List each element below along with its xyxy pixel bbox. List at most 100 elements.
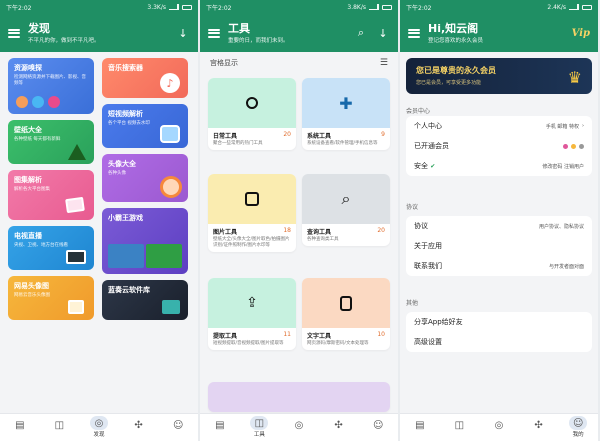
nav-tools[interactable]: ◫ <box>46 418 72 438</box>
header: 下午2:02 3.8K/s 工具 重要的日，而我们未到。 ⌕ ↓ <box>200 0 398 52</box>
tree-icon <box>68 144 86 160</box>
bottom-nav: ▤ ◫ ◎ ✣ ☺ 我的 <box>400 413 598 441</box>
menu-icon[interactable] <box>208 28 220 38</box>
nav-me[interactable]: ☺ 我的 <box>565 416 591 438</box>
nav-plugins[interactable]: ✣ <box>126 418 152 438</box>
page-title: 发现 <box>28 22 50 35</box>
menu-icon[interactable] <box>408 28 420 38</box>
download-icon[interactable]: ↓ <box>376 26 390 40</box>
file-icon <box>340 295 352 311</box>
document-icon: ▤ <box>15 419 25 431</box>
tool-extract[interactable]: ⇪ 提取工具 11 短视频提取/音视频提取/图片提取等 <box>208 278 296 350</box>
music-note-icon: ♪ <box>160 73 180 93</box>
search-icon[interactable]: ⌕ <box>354 26 368 40</box>
box-icon <box>162 300 180 314</box>
nav-me[interactable]: ☺ <box>165 418 191 438</box>
nav-tools[interactable]: ◫ 工具 <box>246 416 272 438</box>
nav-tools[interactable]: ◫ <box>446 418 472 438</box>
nav-docs[interactable]: ▤ <box>207 418 233 438</box>
signal-icon <box>569 4 579 10</box>
tool-more[interactable] <box>208 382 390 412</box>
nav-docs[interactable]: ▤ <box>7 418 33 438</box>
row-about-app[interactable]: 关于应用 <box>406 236 592 256</box>
shield-check-icon: ✔ <box>430 163 436 170</box>
card-tv-live[interactable]: 电视直播 央视、卫视、地方台在线看 <box>8 226 94 270</box>
game-screen-icon <box>108 244 144 268</box>
card-avatar[interactable]: 头像大全 各种头像 <box>102 154 188 202</box>
menu-icon[interactable] <box>8 28 20 38</box>
tool-system[interactable]: ✚ 系统工具 9 系统设备查看/软件管理/手机信息等 <box>302 78 390 150</box>
download-icon[interactable]: ↓ <box>176 26 190 40</box>
video-icon <box>32 96 44 108</box>
robot-icon: ◫ <box>54 419 65 431</box>
member-center-group: 个人中心 手机 邮箱 特权 › 已开通会员 安全 ✔ 修改密码 注销用户 <box>406 116 592 176</box>
header: 下午2:02 3.3K/s 发现 不平凡的你，做到不平凡吧。 ↓ <box>0 0 198 52</box>
bottom-nav: ▤ ◫ 工具 ◎ ✣ ☺ <box>200 413 398 441</box>
section-label: 协议 <box>406 204 419 211</box>
row-personal-center[interactable]: 个人中心 手机 邮箱 特权 › <box>406 116 592 136</box>
tv-icon <box>66 250 86 264</box>
planet-icon: ◎ <box>294 419 304 431</box>
page-subtitle: 登记您喜欢的永久会员 <box>428 38 484 44</box>
user-icon: ☺ <box>569 416 588 430</box>
card-lanzou-library[interactable]: 蓝奏云软件库 <box>102 280 188 320</box>
page-subtitle: 不平凡的你，做到不平凡吧。 <box>28 38 100 44</box>
card-music-search[interactable]: 音乐搜索器 ♪ <box>102 58 188 98</box>
nav-discover[interactable]: ◎ <box>486 418 512 438</box>
tool-text[interactable]: 文字工具 10 网页源码/摩斯密码/文本处理等 <box>302 278 390 350</box>
tool-daily[interactable]: 日常工具 20 聚合一些常用的热门工具 <box>208 78 296 150</box>
page-title: 工具 <box>228 22 250 35</box>
header: 下午2:02 2.4K/s Hi,知云阁 登记您喜欢的永久会员 Vip <box>400 0 598 52</box>
nav-discover[interactable]: ◎ 发现 <box>86 416 112 438</box>
other-group: 分享App给好友 高级设置 <box>406 312 592 352</box>
battery-icon <box>382 4 392 10</box>
row-share-app[interactable]: 分享App给好友 <box>406 312 592 332</box>
member-badges <box>563 143 584 149</box>
document-icon: ▤ <box>415 419 425 431</box>
row-active-membership[interactable]: 已开通会员 <box>406 136 592 156</box>
tool-query[interactable]: ⌕ 查询工具 20 各种查询类工具 <box>302 174 390 246</box>
page-title: Hi,知云阁 <box>428 22 479 35</box>
nav-plugins[interactable]: ✣ <box>326 418 352 438</box>
section-label: 其他 <box>406 300 419 307</box>
user-icon: ☺ <box>372 419 384 431</box>
nav-me[interactable]: ☺ <box>365 418 391 438</box>
card-short-video-parse[interactable]: 短视频解析 各个平台 视频去水印 <box>102 104 188 148</box>
puzzle-icon: ✣ <box>534 419 543 431</box>
status-bar: 下午2:02 2.4K/s <box>400 0 598 14</box>
picture-icon <box>68 300 84 314</box>
document-icon: ▤ <box>215 419 225 431</box>
list-view-icon[interactable]: ☰ <box>380 58 388 68</box>
page-subtitle: 重要的日，而我们未到。 <box>228 38 289 44</box>
search-icon: ⌕ <box>341 189 351 208</box>
card-wallpaper[interactable]: 壁纸大全 各种壁纸 每天都有新鲜 <box>8 120 94 164</box>
tool-image[interactable]: 图片工具 18 壁纸大全/头像大全/图片取色/拍摄图片识别/证件照制作/图片水印等 <box>208 174 296 252</box>
sun-icon <box>246 97 258 109</box>
nav-discover[interactable]: ◎ <box>286 418 312 438</box>
phone-profile: 下午2:02 2.4K/s Hi,知云阁 登记您喜欢的永久会员 Vip 您已是尊… <box>400 0 598 441</box>
nav-docs[interactable]: ▤ <box>407 418 433 438</box>
profile-content: 您已是尊贵的永久会员 您已是会员，可享受更多功能 ♛ 会员中心 个人中心 手机 邮… <box>400 52 598 413</box>
nav-plugins[interactable]: ✣ <box>526 418 552 438</box>
signal-icon <box>369 4 379 10</box>
row-advanced-settings[interactable]: 高级设置 <box>406 332 592 352</box>
card-resource-sniff[interactable]: 资源嗅探 检测网络资源并下载图片、影视、音频等 <box>8 58 94 114</box>
card-nes-games[interactable]: 小霸王游戏 <box>102 208 188 274</box>
row-contact-us[interactable]: 联系我们 与开发者面对面 <box>406 256 592 276</box>
tools-content: 宫格显示 ☰ 日常工具 20 聚合一些常用的热门工具 ✚ 系统工具 9 系统设备查看… <box>200 52 398 413</box>
vip-banner[interactable]: 您已是尊贵的永久会员 您已是会员，可享受更多功能 ♛ <box>406 58 592 94</box>
photo-icon <box>65 196 85 214</box>
image-icon <box>16 96 28 108</box>
card-gallery-parse[interactable]: 图集解析 解析各大平台图集 <box>8 170 94 220</box>
vip-icon[interactable]: Vip <box>572 28 590 39</box>
phone-tools: 下午2:02 3.8K/s 工具 重要的日，而我们未到。 ⌕ ↓ 宫格显示 ☰ … <box>200 0 398 441</box>
row-security[interactable]: 安全 ✔ 修改密码 注销用户 <box>406 156 592 176</box>
row-agreement[interactable]: 协议 用户协议、隐私协议 <box>406 216 592 236</box>
upload-icon: ⇪ <box>246 295 258 311</box>
user-icon: ☺ <box>172 419 184 431</box>
card-netease-avatar[interactable]: 网易头像图 网易云音乐头像图 <box>8 276 94 320</box>
app-showcase: 下午2:02 3.3K/s 发现 不平凡的你，做到不平凡吧。 ↓ 资源嗅探 检测… <box>0 0 600 441</box>
battery-icon <box>582 4 592 10</box>
image-icon <box>245 192 259 206</box>
robot-icon: ◫ <box>454 419 465 431</box>
